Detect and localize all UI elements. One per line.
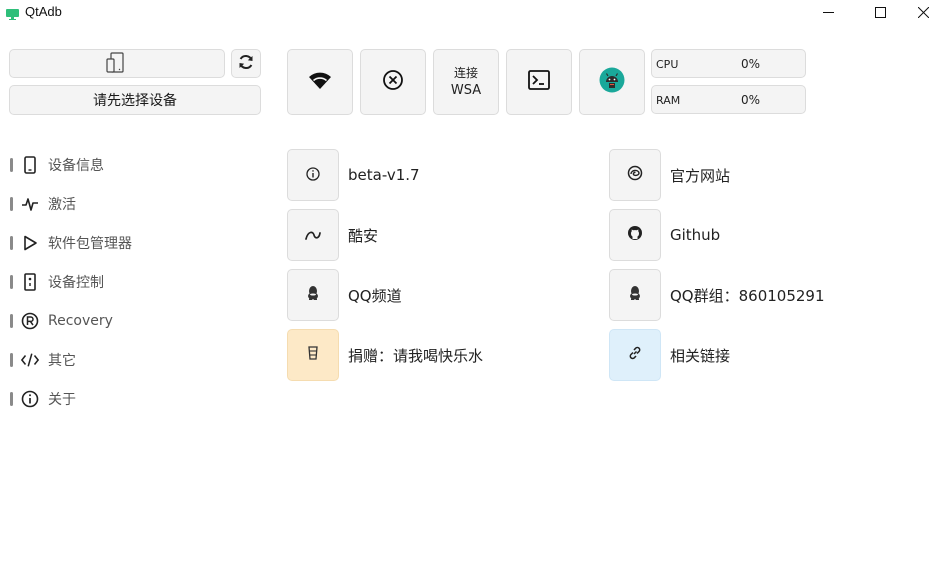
cpu-usage-panel: CPU 0% xyxy=(651,49,806,78)
qq-icon xyxy=(306,285,320,305)
qq-channel-item[interactable]: QQ频道 xyxy=(287,269,402,321)
github-item[interactable]: Github xyxy=(609,209,720,261)
edge-icon xyxy=(627,165,643,185)
refresh-icon xyxy=(237,53,255,75)
link-icon xyxy=(627,345,643,365)
version-label: beta-v1.7 xyxy=(348,166,420,184)
sidebar-item-label: 关于 xyxy=(48,392,76,408)
sidebar-item-label: 设备信息 xyxy=(48,158,104,174)
remote-icon xyxy=(21,273,39,291)
nav-indicator xyxy=(10,275,13,289)
website-item[interactable]: 官方网站 xyxy=(609,149,730,201)
scrcpy-button[interactable] xyxy=(579,49,645,115)
nav-indicator xyxy=(10,392,13,406)
ram-label: RAM xyxy=(656,94,681,107)
version-button[interactable] xyxy=(287,149,339,201)
sidebar-item-label: 激活 xyxy=(48,197,76,213)
wsa-label-line2: WSA xyxy=(450,83,482,98)
website-label: 官方网站 xyxy=(670,166,731,185)
wifi-connect-button[interactable] xyxy=(287,49,353,115)
coolapk-label: 酷安 xyxy=(348,226,379,245)
window-title: QtAdb xyxy=(25,4,62,19)
github-label: Github xyxy=(670,226,721,244)
nav-indicator xyxy=(10,158,13,172)
maximize-icon xyxy=(874,3,886,22)
pulse-icon xyxy=(21,195,39,213)
phone-icon xyxy=(21,156,39,174)
sidebar-item-activate[interactable]: 激活 xyxy=(10,190,260,218)
nav-indicator xyxy=(10,353,13,367)
minimize-button[interactable] xyxy=(805,0,851,24)
related-links-button[interactable] xyxy=(609,329,661,381)
cpu-label: CPU xyxy=(656,58,679,71)
monitor-icon xyxy=(6,5,19,20)
coolapk-item[interactable]: 酷安 xyxy=(287,209,378,261)
maximize-button[interactable] xyxy=(857,0,903,24)
android-head-icon xyxy=(599,67,625,97)
coolapk-button[interactable] xyxy=(287,209,339,261)
wsa-label-line1: 连接 xyxy=(453,66,478,80)
minimize-icon xyxy=(822,3,834,22)
donate-button[interactable] xyxy=(287,329,339,381)
donate-label: 捐赠：请我喝快乐水 xyxy=(348,346,484,365)
sidebar-item-label: 软件包管理器 xyxy=(48,236,132,252)
device-button[interactable] xyxy=(9,49,225,78)
version-item[interactable]: beta-v1.7 xyxy=(287,149,420,201)
close-circle-icon xyxy=(382,69,404,95)
sidebar-item-recovery[interactable]: Recovery xyxy=(10,307,260,335)
ram-value: 0% xyxy=(741,93,761,107)
registered-icon xyxy=(21,312,39,330)
disconnect-button[interactable] xyxy=(360,49,426,115)
ram-usage-panel: RAM 0% xyxy=(651,85,806,114)
nav-indicator xyxy=(10,236,13,250)
select-device-button[interactable]: 请先选择设备 xyxy=(9,85,261,115)
qq-icon xyxy=(628,285,642,305)
sidebar-item-other[interactable]: 其它 xyxy=(10,346,260,374)
qq-group-item[interactable]: QQ群组：860105291 xyxy=(609,269,825,321)
sidebar-item-about[interactable]: 关于 xyxy=(10,385,260,413)
sidebar-item-label: 设备控制 xyxy=(48,275,104,291)
coolapk-icon xyxy=(305,226,321,245)
sidebar-item-label: Recovery xyxy=(48,313,113,329)
connect-wsa-button[interactable]: 连接 WSA xyxy=(433,49,499,115)
website-button[interactable] xyxy=(609,149,661,201)
sidebar-item-device-info[interactable]: 设备信息 xyxy=(10,151,260,179)
info-icon xyxy=(21,390,39,408)
terminal-icon xyxy=(528,70,550,94)
sidebar-item-label: 其它 xyxy=(48,353,76,369)
qq-channel-label: QQ频道 xyxy=(348,286,402,305)
sidebar-item-package-manager[interactable]: 软件包管理器 xyxy=(10,229,260,257)
donate-item[interactable]: 捐赠：请我喝快乐水 xyxy=(287,329,483,381)
close-button[interactable] xyxy=(900,0,943,24)
close-icon xyxy=(917,3,929,22)
phone-outline-icon xyxy=(105,50,129,78)
refresh-button[interactable] xyxy=(231,49,261,78)
cpu-value: 0% xyxy=(741,57,761,71)
related-links-label: 相关链接 xyxy=(670,346,731,365)
github-icon xyxy=(627,225,643,245)
cup-icon xyxy=(307,345,319,365)
info-icon xyxy=(306,166,320,185)
code-icon xyxy=(21,351,39,369)
terminal-button[interactable] xyxy=(506,49,572,115)
github-button[interactable] xyxy=(609,209,661,261)
nav-indicator xyxy=(10,197,13,211)
qq-group-button[interactable] xyxy=(609,269,661,321)
play-icon xyxy=(21,234,39,252)
qq-group-label: QQ群组：860105291 xyxy=(670,286,825,305)
wifi-icon xyxy=(307,69,333,95)
qq-channel-button[interactable] xyxy=(287,269,339,321)
title-bar: QtAdb xyxy=(0,0,943,24)
nav-indicator xyxy=(10,314,13,328)
sidebar-item-device-control[interactable]: 设备控制 xyxy=(10,268,260,296)
related-links-item[interactable]: 相关链接 xyxy=(609,329,730,381)
